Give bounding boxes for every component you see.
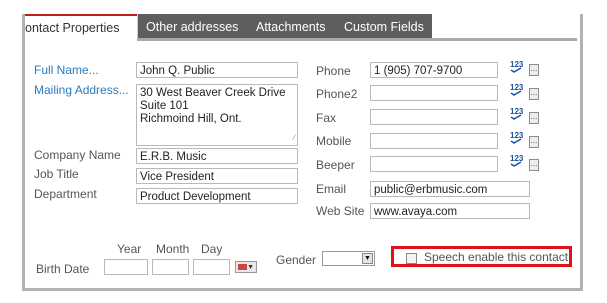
calendar-picker-icon[interactable]: ▼	[235, 261, 257, 273]
website-input[interactable]: www.avaya.com	[370, 203, 530, 219]
birth-day-label: Day	[201, 242, 223, 256]
phone2-input[interactable]	[370, 85, 498, 101]
website-label: Web Site	[316, 204, 365, 218]
mailing-address-textarea[interactable]: 30 West Beaver Creek Drive Suite 101 Ric…	[136, 84, 298, 146]
birth-day-input[interactable]	[193, 259, 230, 275]
mobile-label: Mobile	[316, 134, 352, 148]
email-input[interactable]: public@erbmusic.com	[370, 181, 530, 197]
address-line-3: Richmoind Hill, Ont.	[140, 113, 242, 125]
tab-contact-properties[interactable]: ontact Properties	[25, 14, 137, 42]
birth-month-label: Month	[156, 242, 190, 256]
fax-input[interactable]	[370, 109, 498, 125]
mobile-lookup-button[interactable]: ...	[529, 136, 539, 148]
speech-enable-option: Speech enable this contact	[391, 246, 572, 267]
tab-custom-fields[interactable]: Custom Fields	[338, 14, 432, 40]
number-format-icon[interactable]: 123	[510, 108, 523, 120]
number-format-icon[interactable]: 123	[510, 61, 523, 73]
number-format-icon[interactable]: 123	[510, 84, 523, 96]
job-title-label: Job Title	[34, 167, 79, 181]
email-label: Email	[316, 182, 347, 196]
tab-attachments[interactable]: Attachments	[250, 14, 338, 40]
tab-other-addresses[interactable]: Other addresses	[137, 14, 250, 40]
full-name-link[interactable]: Full Name...	[34, 63, 99, 77]
resize-grip-icon[interactable]: ∕	[294, 131, 295, 144]
phone-label: Phone	[316, 64, 351, 78]
mobile-input[interactable]	[370, 133, 498, 149]
company-name-input[interactable]: E.R.B. Music	[136, 148, 298, 164]
birth-month-input[interactable]	[152, 259, 189, 275]
speech-enable-label: Speech enable this contact	[424, 250, 569, 264]
speech-enable-checkbox[interactable]	[406, 253, 417, 264]
chevron-down-icon[interactable]: ▼	[362, 253, 373, 264]
number-format-icon[interactable]: 123	[510, 132, 523, 144]
company-name-label: Company Name	[34, 148, 121, 162]
mailing-address-link[interactable]: Mailing Address...	[34, 83, 129, 97]
phone-input[interactable]: 1 (905) 707-9700	[370, 62, 498, 78]
birth-year-label: Year	[117, 242, 142, 256]
phone-lookup-button[interactable]: ...	[529, 64, 539, 76]
phone2-lookup-button[interactable]: ...	[529, 88, 539, 100]
gender-label: Gender	[276, 253, 317, 267]
full-name-input[interactable]: John Q. Public	[136, 62, 298, 78]
gender-select[interactable]: ▼	[322, 251, 375, 266]
department-label: Department	[34, 187, 97, 201]
tab-bar: ontact Properties Other addresses Attach…	[25, 14, 577, 42]
tab-underline	[137, 38, 577, 41]
phone2-label: Phone2	[316, 87, 358, 101]
beeper-input[interactable]	[370, 156, 498, 172]
beeper-lookup-button[interactable]: ...	[529, 159, 539, 171]
fax-lookup-button[interactable]: ...	[529, 112, 539, 124]
address-line-2: Suite 101	[140, 100, 189, 112]
department-input[interactable]: Product Development	[136, 188, 298, 204]
birth-date-label: Birth Date	[36, 262, 90, 276]
beeper-label: Beeper	[316, 158, 355, 172]
job-title-input[interactable]: Vice President	[136, 168, 298, 184]
birth-year-input[interactable]	[104, 259, 148, 275]
address-line-1: 30 West Beaver Creek Drive	[140, 87, 286, 99]
number-format-icon[interactable]: 123	[510, 155, 523, 167]
fax-label: Fax	[316, 111, 337, 125]
